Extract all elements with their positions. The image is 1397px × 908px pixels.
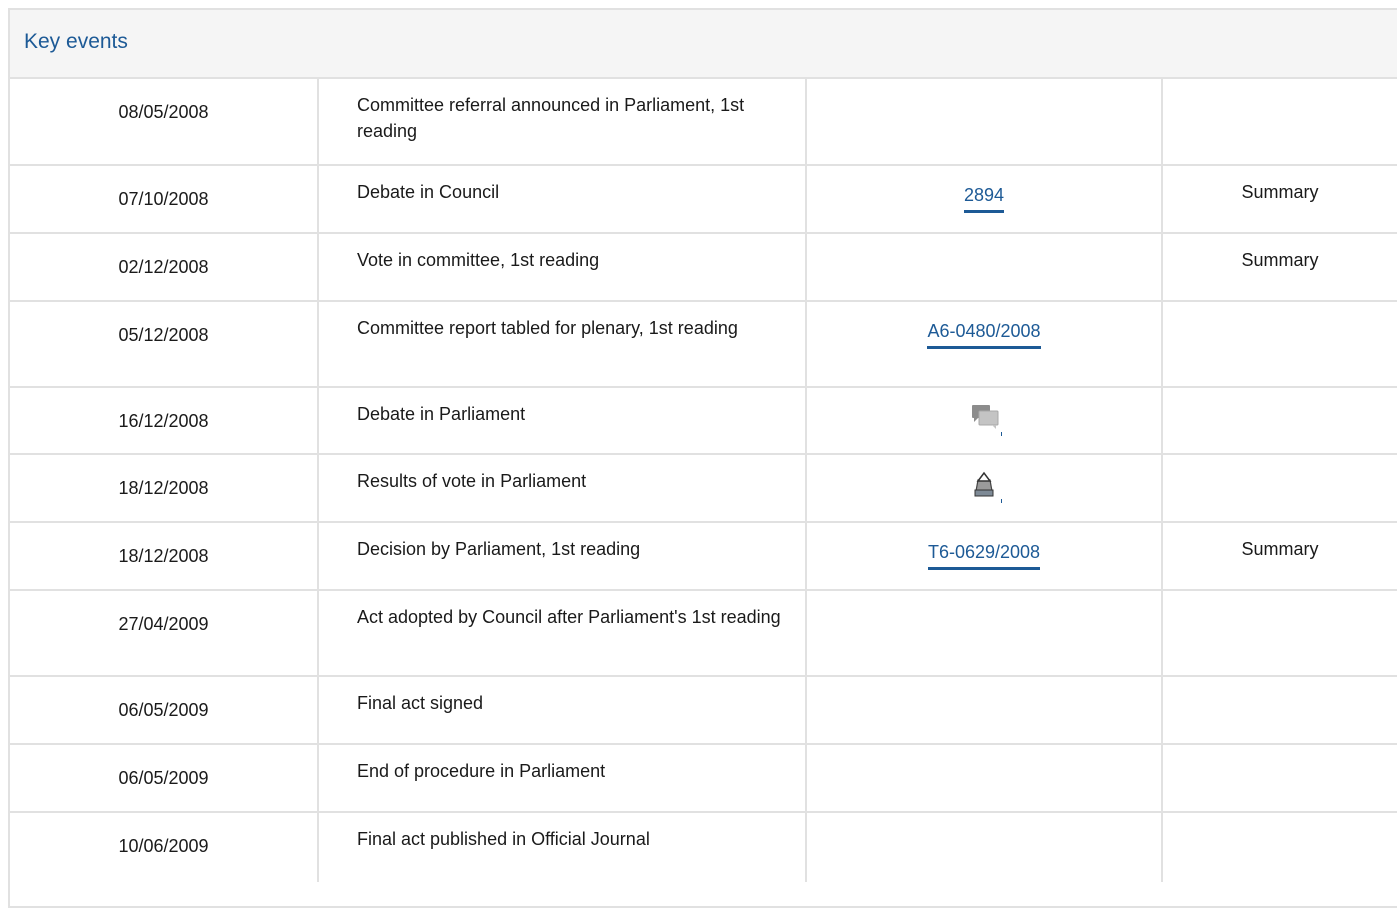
event-summary[interactable]: Summary [1162, 165, 1397, 234]
event-description: Final act signed [318, 676, 807, 745]
table-row: 10/06/2009 Final act published in Offici… [10, 812, 1397, 882]
event-date: 06/05/2009 [10, 676, 319, 745]
ballot-box-vote-icon[interactable] [964, 467, 1004, 503]
table-row: 06/05/2009 End of procedure in Parliamen… [10, 744, 1397, 813]
panel-title[interactable]: Key events [24, 30, 128, 54]
event-date: 16/12/2008 [10, 387, 319, 455]
key-events-table: 08/05/2008 Committee referral announced … [10, 79, 1397, 882]
event-reference: A6-0480/2008 [806, 301, 1163, 388]
event-reference [806, 744, 1163, 813]
event-reference [806, 233, 1163, 302]
event-summary [1162, 744, 1397, 813]
table-row: 18/12/2008 Results of vote in Parliament [10, 454, 1397, 523]
event-summary [1162, 301, 1397, 388]
table-row: 27/04/2009 Act adopted by Council after … [10, 590, 1397, 677]
event-summary [1162, 676, 1397, 745]
event-description: Vote in committee, 1st reading [318, 233, 807, 302]
event-reference [806, 387, 1163, 455]
event-reference [806, 676, 1163, 745]
event-description: Final act published in Official Journal [318, 812, 807, 882]
key-events-panel: Key events 08/05/2008 Committee referral… [8, 8, 1397, 908]
event-description: Results of vote in Parliament [318, 454, 807, 523]
event-summary [1162, 812, 1397, 882]
event-summary [1162, 79, 1397, 166]
event-date: 27/04/2009 [10, 590, 319, 677]
event-description: Debate in Council [318, 165, 807, 234]
table-row: 06/05/2009 Final act signed [10, 676, 1397, 745]
panel-header[interactable]: Key events [10, 10, 1397, 79]
event-description: Decision by Parliament, 1st reading [318, 522, 807, 591]
event-description: Debate in Parliament [318, 387, 807, 455]
event-summary [1162, 590, 1397, 677]
table-row: 02/12/2008 Vote in committee, 1st readin… [10, 233, 1397, 302]
event-date: 05/12/2008 [10, 301, 319, 388]
event-description: Act adopted by Council after Parliament'… [318, 590, 807, 677]
debate-speech-bubbles-icon[interactable] [964, 400, 1004, 436]
texts-adopted-link[interactable]: T6-0629/2008 [927, 539, 1041, 570]
event-reference [806, 79, 1163, 166]
event-date: 08/05/2008 [10, 79, 319, 166]
event-description: End of procedure in Parliament [318, 744, 807, 813]
event-date: 07/10/2008 [10, 165, 319, 234]
event-summary [1162, 387, 1397, 455]
event-description: Committee report tabled for plenary, 1st… [318, 301, 807, 388]
event-reference [806, 454, 1163, 523]
event-reference [806, 590, 1163, 677]
event-reference: 2894 [806, 165, 1163, 234]
table-row: 16/12/2008 Debate in Parliament [10, 387, 1397, 455]
event-reference [806, 812, 1163, 882]
event-summary [1162, 454, 1397, 523]
event-date: 18/12/2008 [10, 522, 319, 591]
table-row: 08/05/2008 Committee referral announced … [10, 79, 1397, 166]
event-date: 06/05/2009 [10, 744, 319, 813]
committee-report-link[interactable]: A6-0480/2008 [927, 318, 1041, 349]
table-row: 07/10/2008 Debate in Council 2894 Summar… [10, 165, 1397, 234]
event-description: Committee referral announced in Parliame… [318, 79, 807, 166]
event-date: 18/12/2008 [10, 454, 319, 523]
event-summary[interactable]: Summary [1162, 233, 1397, 302]
council-meeting-link[interactable]: 2894 [963, 182, 1005, 213]
event-summary[interactable]: Summary [1162, 522, 1397, 591]
table-row: 05/12/2008 Committee report tabled for p… [10, 301, 1397, 388]
event-date: 02/12/2008 [10, 233, 319, 302]
table-row: 18/12/2008 Decision by Parliament, 1st r… [10, 522, 1397, 591]
event-reference: T6-0629/2008 [806, 522, 1163, 591]
event-date: 10/06/2009 [10, 812, 319, 882]
